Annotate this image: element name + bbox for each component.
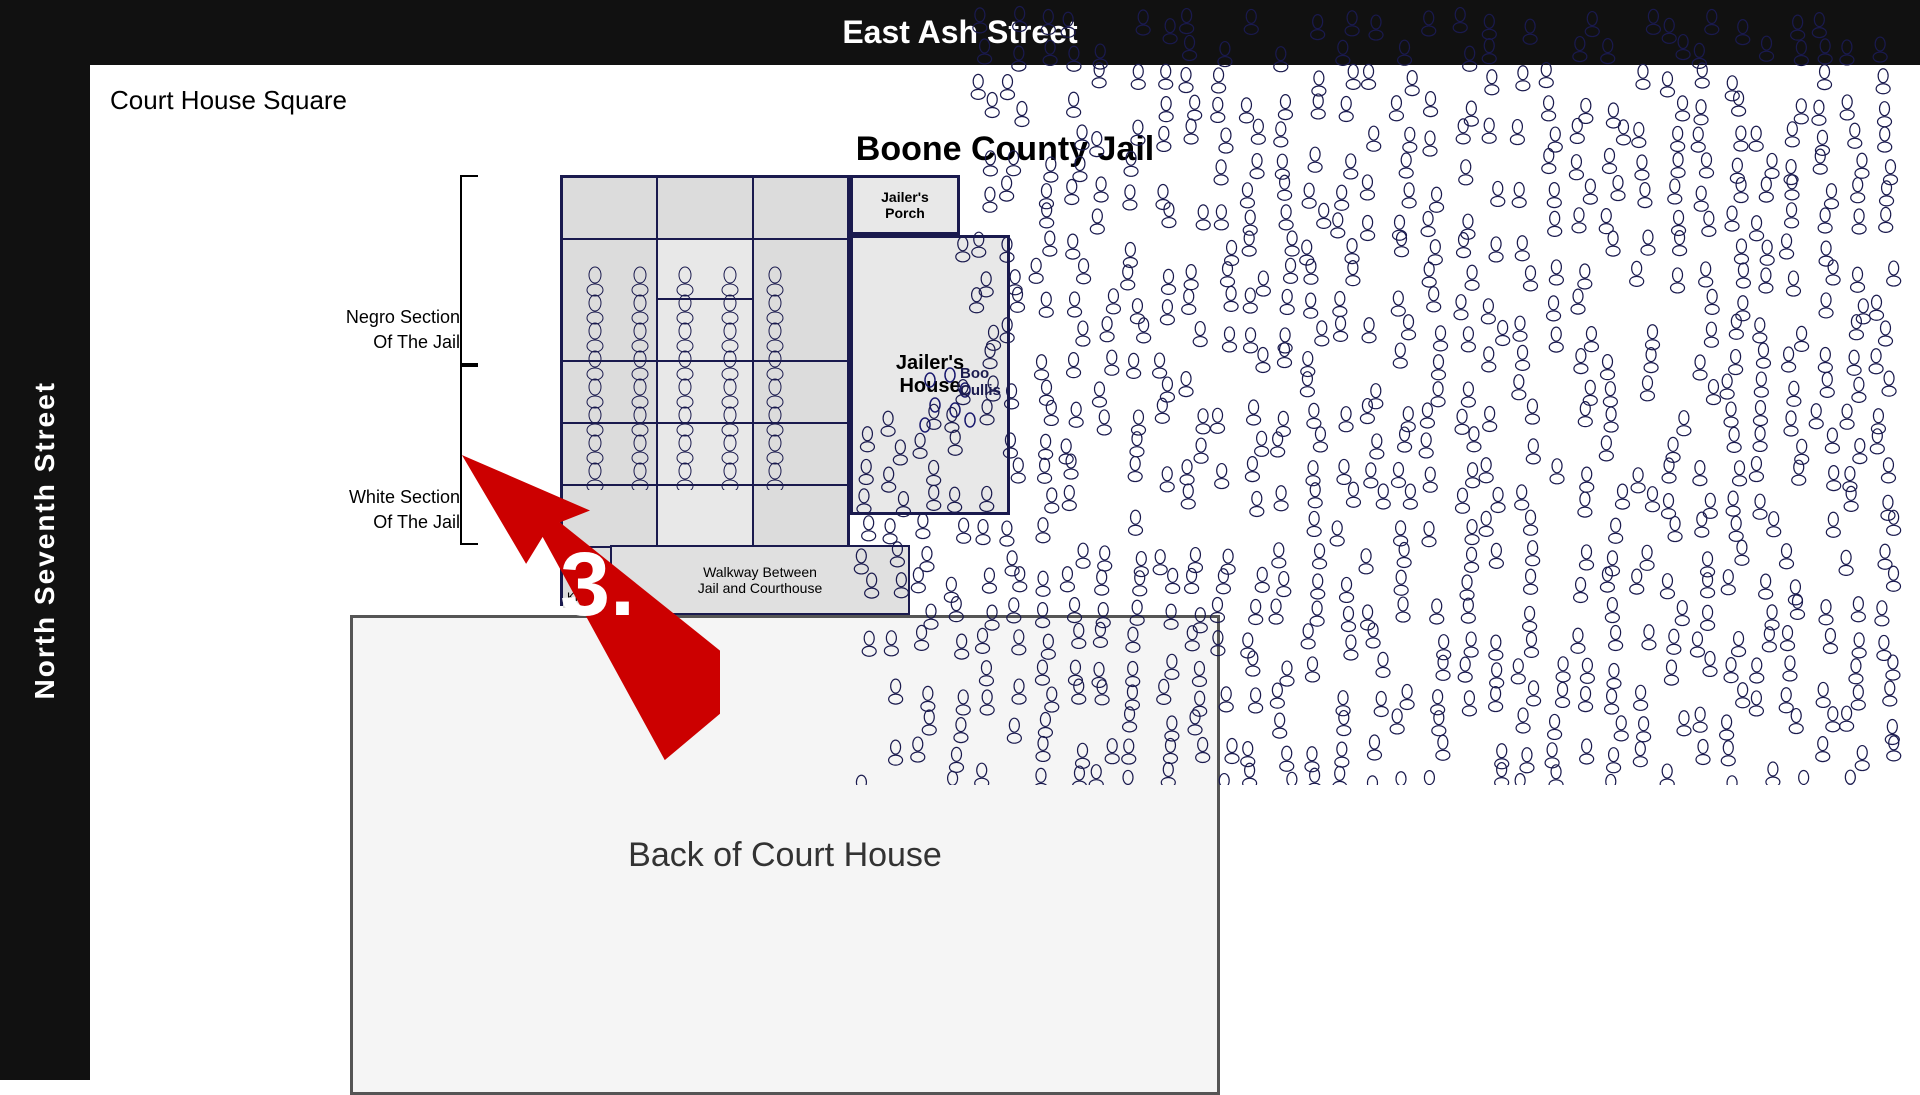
main-content: Court House Square Boone County Jail Neg…	[90, 65, 1920, 1080]
court-house-square-label: Court House Square	[110, 85, 347, 116]
north-seventh-street-label: North Seventh Street	[29, 381, 61, 700]
left-bar: North Seventh Street	[0, 0, 90, 1080]
negro-section-label: Negro Section Of The Jail	[270, 305, 460, 355]
negro-section-bracket	[460, 175, 478, 365]
svg-text:3.: 3.	[560, 535, 635, 635]
jail-cell-1-1	[563, 178, 658, 238]
bystanders-label: Boo Cullis	[960, 365, 1001, 399]
red-arrow-container: 3.	[440, 405, 720, 785]
white-section-label: White Section Of The Jail	[270, 485, 460, 535]
jail-cell-1-2	[658, 178, 753, 238]
crowd-dots-svg	[760, 5, 1920, 785]
